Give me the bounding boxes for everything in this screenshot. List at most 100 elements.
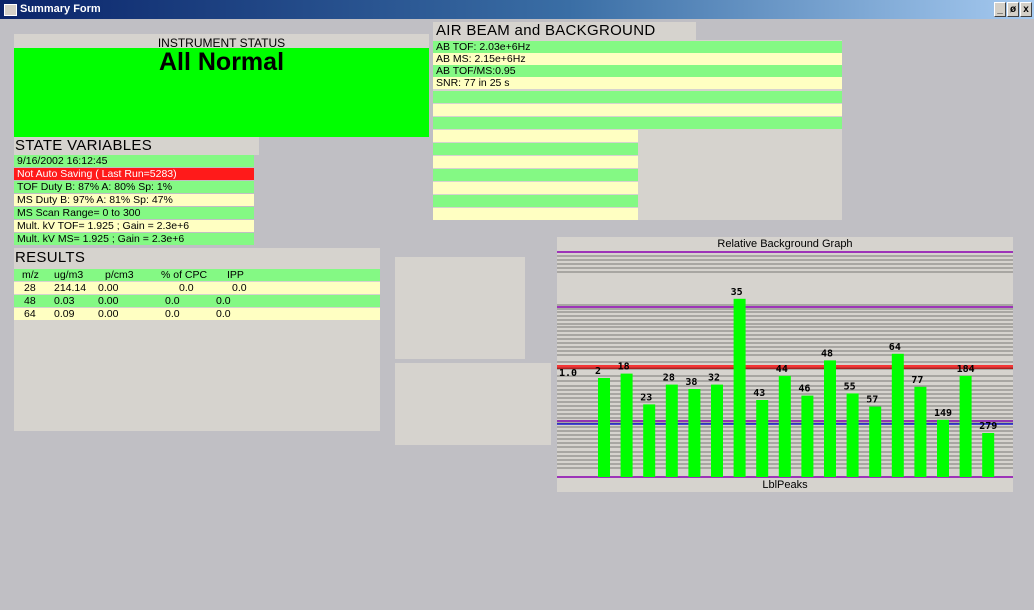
bar-label: 64 xyxy=(889,342,901,353)
bar-label: 23 xyxy=(640,392,652,403)
bar-label: 46 xyxy=(798,384,810,395)
state-row-timestamp: 9/16/2002 16:12:45 xyxy=(14,155,254,167)
instrument-status-value: All Normal xyxy=(158,48,285,76)
bar-label: 18 xyxy=(618,362,630,373)
ab-row-empty xyxy=(433,182,638,194)
results-col-cpc: % of CPC xyxy=(161,269,208,281)
window-controls: _ ø x xyxy=(993,2,1032,17)
blank-panel-upper xyxy=(395,257,525,359)
chart-bar xyxy=(959,375,972,477)
instrument-status-panel: INSTRUMENT STATUS All Normal xyxy=(14,34,429,137)
chart-bar xyxy=(711,384,723,477)
results-col-pcm: p/cm3 xyxy=(105,269,134,281)
chart-bar xyxy=(643,404,656,477)
graph-title: Relative Background Graph xyxy=(717,238,853,250)
ab-row-ratio: AB TOF/MS:0.95 xyxy=(433,65,842,77)
cell-mz: 28 xyxy=(24,282,36,294)
app-icon xyxy=(4,4,17,16)
chart-bar xyxy=(982,433,995,477)
close-button[interactable]: x xyxy=(1020,2,1032,17)
cell-pcm: 0.00 xyxy=(98,282,119,294)
bar-label: 35 xyxy=(731,287,743,298)
state-row-tof-duty: TOF Duty B: 87% A: 80% Sp: 1% xyxy=(14,181,254,193)
bar-label: 38 xyxy=(685,377,697,388)
cell-cpc: 0.0 xyxy=(165,308,180,320)
cell-pcm: 0.00 xyxy=(98,308,119,320)
ab-row-empty xyxy=(433,195,638,207)
ab-row-ms: AB MS: 2.15e+6Hz xyxy=(433,53,842,65)
bar-label: 28 xyxy=(663,373,675,384)
cell-ug: 0.03 xyxy=(54,295,75,307)
chart-bar xyxy=(778,375,791,477)
state-variables-list: 9/16/2002 16:12:45 Not Auto Saving ( Las… xyxy=(14,155,254,245)
chart-bar xyxy=(733,298,746,477)
chart-bar xyxy=(688,389,701,477)
results-col-ipp: IPP xyxy=(227,269,244,281)
state-variables-heading: STATE VARIABLES xyxy=(15,137,153,154)
restore-button[interactable]: ø xyxy=(1007,2,1019,17)
chart-bar xyxy=(914,386,927,477)
graph-footer: LblPeaks xyxy=(762,479,808,491)
state-row-autosave: Not Auto Saving ( Last Run=5283) xyxy=(14,168,254,180)
results-header-row: m/z ug/m3 p/cm3 % of CPC IPP xyxy=(14,269,380,281)
window-titlebar: Summary Form _ ø x xyxy=(0,0,1034,19)
air-beam-heading-box: AIR BEAM and BACKGROUND xyxy=(433,22,696,40)
reference-label: 1.0 xyxy=(559,368,577,379)
bar-label: 57 xyxy=(866,395,878,406)
chart-bar xyxy=(937,419,949,477)
state-row-mult-ms: Mult. kV MS= 1.925 ; Gain = 2.3e+6 xyxy=(14,233,254,245)
chart-bar xyxy=(824,360,836,477)
chart-bar xyxy=(756,400,769,477)
ab-row-empty xyxy=(433,169,638,181)
chart-bar xyxy=(801,395,814,477)
ab-row-empty xyxy=(433,156,638,168)
chart-bar xyxy=(891,353,904,477)
table-row: 64 0.09 0.00 0.0 0.0 xyxy=(14,308,380,320)
state-row-ms-duty: MS Duty B: 97% A: 81% Sp: 47% xyxy=(14,194,254,206)
results-col-ug: ug/m3 xyxy=(54,269,84,281)
chart-bar xyxy=(846,393,859,477)
bar-label: 44 xyxy=(776,364,788,375)
blank-panel-lower xyxy=(395,363,551,445)
bar-label: 279 xyxy=(979,421,997,432)
ab-row-empty xyxy=(433,91,842,103)
ab-row-snr: SNR: 77 in 25 s xyxy=(433,77,842,89)
minimize-button[interactable]: _ xyxy=(994,2,1006,17)
state-variables-heading-box: STATE VARIABLES xyxy=(14,137,259,155)
results-col-mz: m/z xyxy=(22,269,39,281)
bar-label: 55 xyxy=(844,381,856,392)
table-row: 48 0.03 0.00 0.0 0.0 xyxy=(14,295,380,307)
cell-cpc: 0.0 xyxy=(165,295,180,307)
air-beam-heading: AIR BEAM and BACKGROUND xyxy=(436,22,656,39)
cell-mz: 64 xyxy=(24,308,36,320)
bar-label: 149 xyxy=(934,408,952,419)
cell-pcm: 0.00 xyxy=(98,295,119,307)
chart-bar xyxy=(665,384,678,477)
cell-ipp: 0.0 xyxy=(216,295,231,307)
bar-label: 77 xyxy=(911,375,923,386)
cell-ug: 214.14 xyxy=(54,282,87,294)
cell-ipp: 0.0 xyxy=(216,308,231,320)
relative-background-graph: Relative Background Graph 1.0 2 18 23 28 38 32… xyxy=(557,237,1013,492)
cell-mz: 48 xyxy=(24,295,36,307)
ab-row-empty xyxy=(433,208,638,220)
bar-label: 32 xyxy=(708,373,720,384)
bar-label: 184 xyxy=(957,364,975,375)
bar-label: 43 xyxy=(753,388,765,399)
table-row: 28 214.14 0.00 0.0 0.0 xyxy=(14,282,380,294)
chart-bar xyxy=(869,406,882,477)
instrument-status-box: All Normal xyxy=(14,48,429,137)
state-row-mult-tof: Mult. kV TOF= 1.925 ; Gain = 2.3e+6 xyxy=(14,220,254,232)
bar-label: 2 xyxy=(595,366,601,377)
ab-row-empty xyxy=(433,117,842,129)
ab-row-empty xyxy=(433,143,638,155)
results-panel: RESULTS m/z ug/m3 p/cm3 % of CPC IPP 28 … xyxy=(14,248,380,431)
ab-row-tof: AB TOF: 2.03e+6Hz xyxy=(433,41,842,53)
graph-plot: 1.0 2 18 23 28 38 32 35 43 44 46 48 55 57 64 77 149 184 27… xyxy=(557,250,1013,480)
window-title: Summary Form xyxy=(20,3,101,15)
ab-row-empty xyxy=(433,130,638,142)
air-beam-panel: AB TOF: 2.03e+6Hz AB MS: 2.15e+6Hz AB TO… xyxy=(433,40,842,220)
cell-ug: 0.09 xyxy=(54,308,75,320)
ab-row-empty xyxy=(433,104,842,116)
chart-bar xyxy=(598,378,610,477)
